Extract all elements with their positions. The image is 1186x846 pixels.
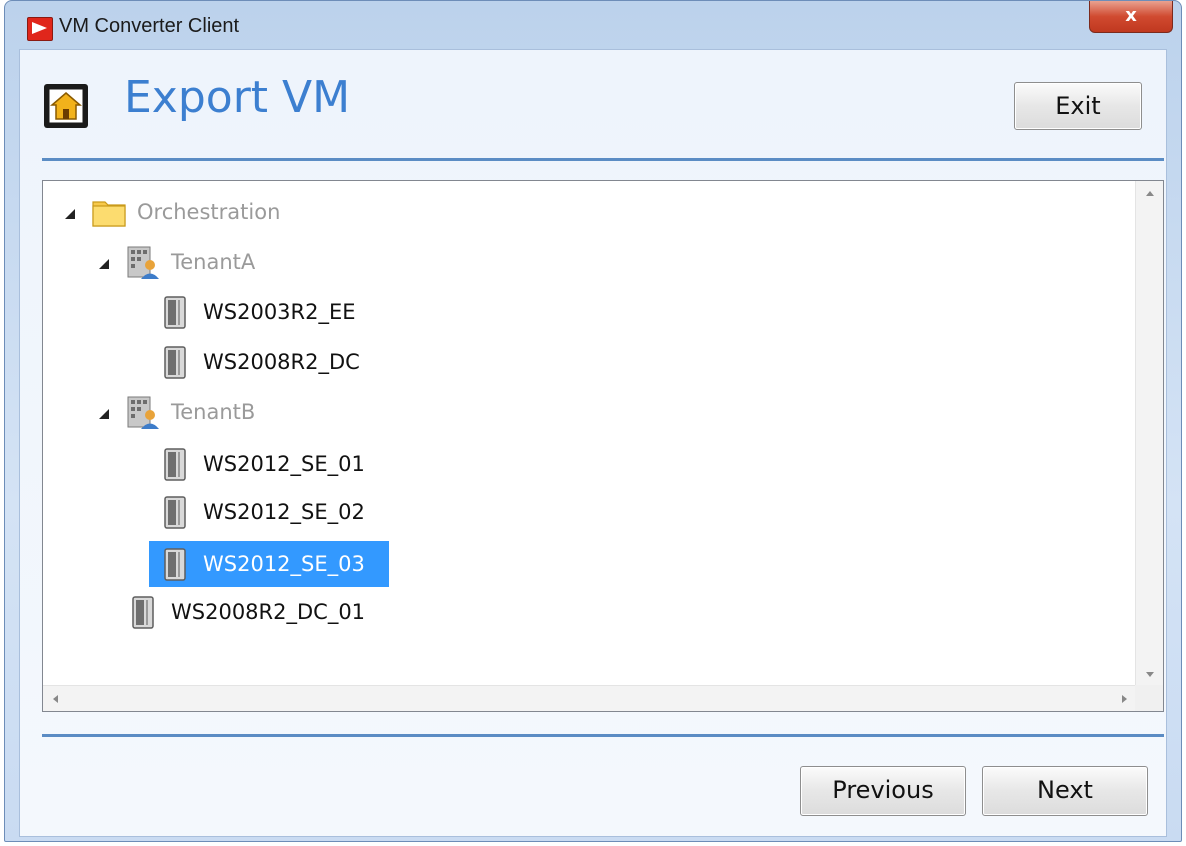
page-title: Export VM — [124, 72, 351, 123]
vertical-scrollbar[interactable] — [1135, 181, 1163, 687]
tree-node-label: WS2003R2_EE — [203, 300, 356, 324]
scroll-up-icon[interactable] — [1146, 191, 1154, 196]
home-icon — [44, 84, 88, 128]
app-logo-icon — [27, 17, 53, 41]
header-divider — [42, 158, 1164, 161]
server-icon — [164, 346, 186, 379]
server-icon — [164, 548, 186, 581]
main-panel: Export VM Exit Orchestration TenantA WS2… — [19, 49, 1167, 837]
server-icon — [164, 496, 186, 529]
tree-node-label: WS2012_SE_02 — [203, 500, 365, 524]
scrollbar-corner — [1135, 685, 1163, 711]
tree-node-label: WS2008R2_DC — [203, 350, 360, 374]
tree-node-vm[interactable]: WS2003R2_EE — [157, 289, 356, 335]
window-title: VM Converter Client — [59, 15, 240, 37]
server-icon — [164, 296, 186, 329]
tree-node-vm[interactable]: WS2008R2_DC_01 — [125, 589, 365, 635]
tree-node-label: TenantB — [171, 400, 256, 424]
title-bar[interactable]: VM Converter Client x — [5, 1, 1181, 49]
scroll-left-icon[interactable] — [53, 695, 58, 703]
scroll-down-icon[interactable] — [1146, 672, 1154, 677]
tenant-icon — [127, 396, 159, 429]
close-button[interactable]: x — [1089, 1, 1173, 33]
server-icon — [132, 596, 154, 629]
server-icon — [164, 448, 186, 481]
tree-node-label: WS2012_SE_01 — [203, 452, 365, 476]
folder-icon — [92, 201, 126, 227]
tree-node-vm[interactable]: WS2012_SE_01 — [157, 441, 365, 487]
collapse-toggle-icon[interactable] — [99, 259, 109, 269]
vm-tree[interactable]: Orchestration TenantA WS2003R2_EE WS2008… — [42, 180, 1164, 712]
tree-node-label: WS2012_SE_03 — [203, 552, 365, 576]
footer-divider — [42, 734, 1164, 737]
next-button[interactable]: Next — [982, 766, 1148, 816]
horizontal-scrollbar[interactable] — [43, 685, 1137, 711]
tenant-icon — [127, 246, 159, 279]
tree-node-tenanta[interactable]: TenantA — [99, 239, 256, 285]
tree-node-orchestration[interactable]: Orchestration — [65, 189, 281, 235]
tree-node-vm[interactable]: WS2008R2_DC — [157, 339, 360, 385]
exit-button[interactable]: Exit — [1014, 82, 1142, 130]
collapse-toggle-icon[interactable] — [99, 409, 109, 419]
app-window: VM Converter Client x Export VM Exit Orc… — [4, 0, 1182, 842]
collapse-toggle-icon[interactable] — [65, 209, 75, 219]
tree-node-label: Orchestration — [137, 200, 281, 224]
tree-node-vm[interactable]: WS2012_SE_02 — [157, 489, 365, 535]
previous-button[interactable]: Previous — [800, 766, 966, 816]
tree-node-vm-selected[interactable]: WS2012_SE_03 — [149, 541, 389, 587]
scroll-right-icon[interactable] — [1122, 695, 1127, 703]
tree-node-tenantb[interactable]: TenantB — [99, 389, 256, 435]
tree-node-label: WS2008R2_DC_01 — [171, 600, 366, 624]
tree-node-label: TenantA — [171, 250, 256, 274]
